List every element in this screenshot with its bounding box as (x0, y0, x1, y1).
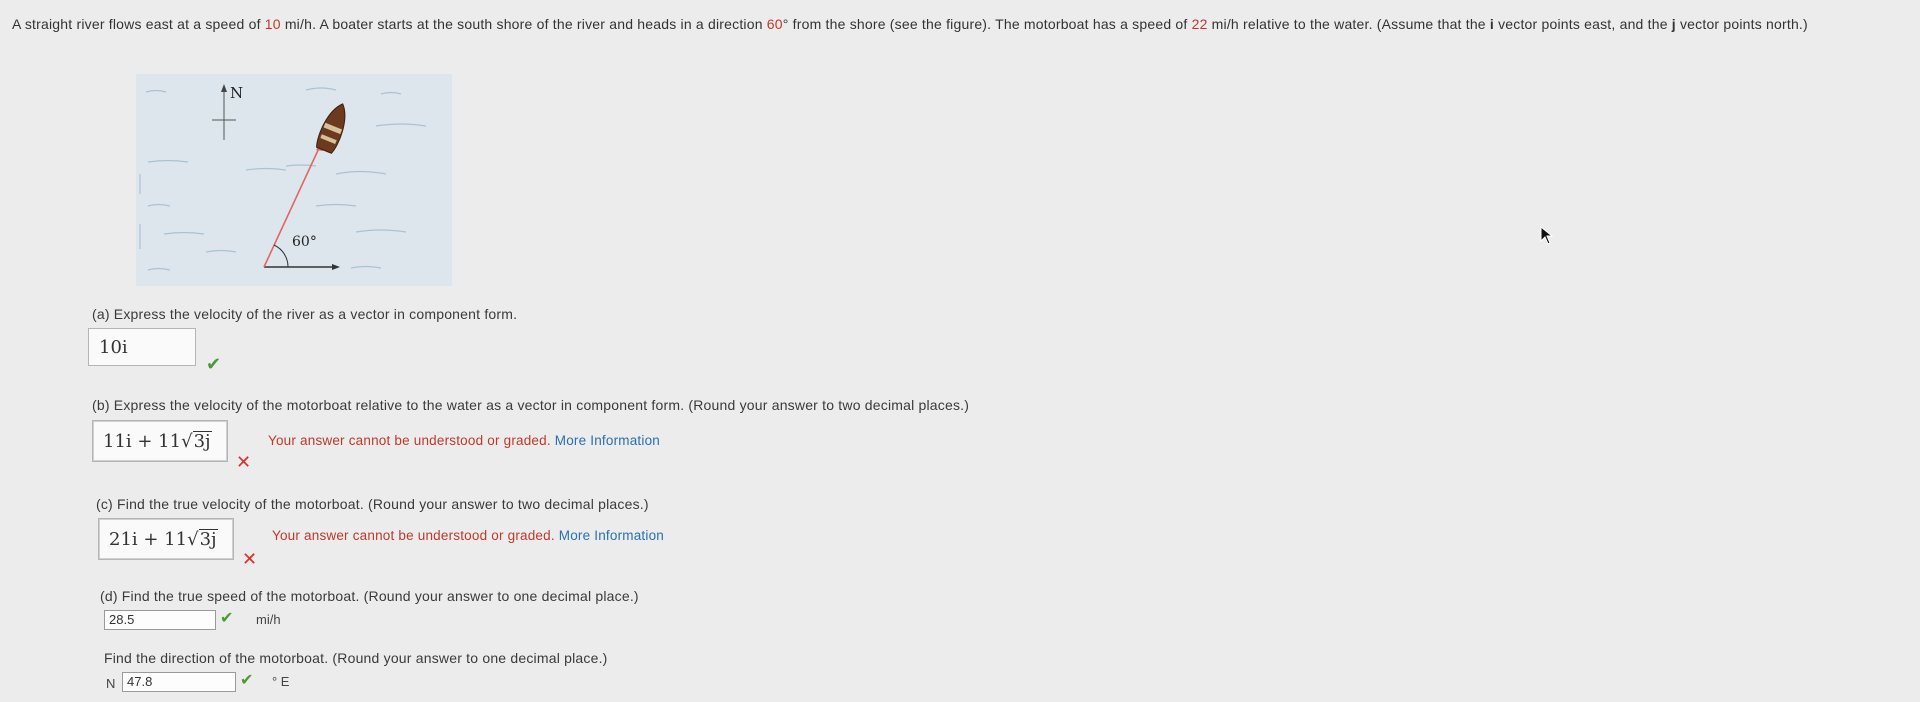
part-e-question: Find the direction of the motorboat. (Ro… (104, 650, 608, 666)
river-figure: N 60° (136, 74, 452, 286)
part-b-answer[interactable]: 11i + 11 √ 3j (92, 420, 228, 462)
part-a-answer[interactable]: 10i (88, 328, 196, 366)
part-e-answer[interactable]: 47.8 (122, 672, 236, 692)
cross-icon: ✕ (236, 452, 252, 472)
check-icon: ✔ (206, 354, 222, 374)
more-information-link[interactable]: More Information (555, 433, 660, 448)
direction-prefix: N (106, 676, 116, 691)
more-information-link[interactable]: More Information (559, 528, 664, 543)
angle-label: 60° (292, 234, 317, 250)
river-speed: 10 (264, 16, 281, 32)
direction-unit: ° E (272, 674, 290, 689)
part-d-answer[interactable]: 28.5 (104, 610, 216, 630)
part-c-answer[interactable]: 21i + 11 √ 3j (98, 518, 234, 560)
boat-speed: 22 (1191, 16, 1208, 32)
part-c-question: (c) Find the true velocity of the motorb… (96, 496, 649, 512)
north-label: N (230, 84, 243, 102)
check-icon: ✔ (220, 610, 234, 627)
cross-icon: ✕ (242, 549, 258, 569)
heading-angle: 60 (766, 16, 783, 32)
part-c-error: Your answer cannot be understood or grad… (272, 528, 664, 543)
part-b-question: (b) Express the velocity of the motorboa… (92, 397, 970, 413)
part-b-error: Your answer cannot be understood or grad… (268, 433, 660, 448)
problem-statement: A straight river flows east at a speed o… (12, 16, 1808, 32)
check-icon: ✔ (240, 672, 254, 689)
part-a-question: (a) Express the velocity of the river as… (92, 306, 518, 322)
part-d-unit: mi/h (256, 612, 281, 627)
part-d-question: (d) Find the true speed of the motorboat… (100, 588, 639, 604)
cursor-icon (1540, 225, 1554, 249)
